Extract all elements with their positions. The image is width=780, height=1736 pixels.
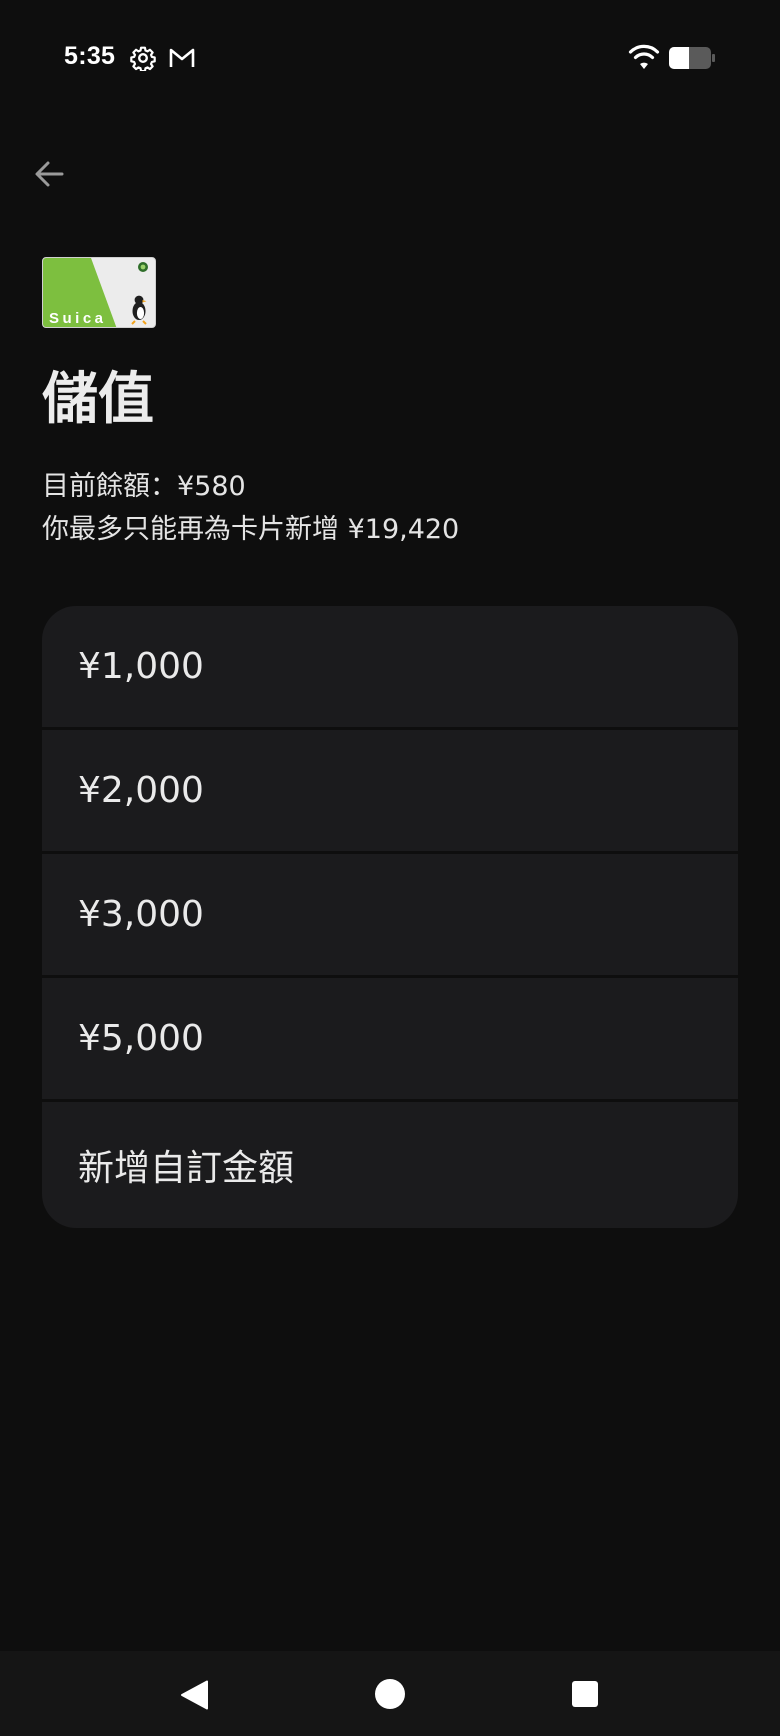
amount-option-3000[interactable]: ¥3,000 [42,854,738,975]
wifi-icon [628,44,660,69]
option-label: ¥1,000 [78,646,204,687]
amount-option-5000[interactable]: ¥5,000 [42,978,738,1099]
current-balance: 目前餘額：¥580 [42,471,246,502]
nav-recents-icon[interactable] [571,1680,599,1708]
option-label: ¥3,000 [78,894,204,935]
option-label: 新增自訂金額 [78,1148,295,1189]
option-label: ¥2,000 [78,770,204,811]
amount-options-list: ¥1,000 ¥2,000 ¥3,000 ¥5,000 新增自訂金額 [42,606,738,1228]
page-title: 儲值 [42,367,154,432]
suica-card-image: Suica [42,257,156,328]
status-bar: 5:35 [0,0,780,116]
custom-amount-option[interactable]: 新增自訂金額 [42,1102,738,1228]
back-arrow-icon[interactable] [28,152,72,196]
screen: 5:35 Suica 儲值 目前餘額：¥580 你最多只能再為卡片新增 ¥19,… [0,0,780,1736]
option-label: ¥5,000 [78,1018,204,1059]
suica-card-art: Suica [43,258,155,327]
amount-option-1000[interactable]: ¥1,000 [42,606,738,727]
navigation-bar [0,1651,780,1736]
gear-icon [130,46,156,71]
nav-back-icon[interactable] [178,1678,212,1712]
status-time: 5:35 [64,42,116,70]
max-add-amount: 你最多只能再為卡片新增 ¥19,420 [42,514,460,545]
amount-option-2000[interactable]: ¥2,000 [42,730,738,851]
battery-icon [669,47,715,69]
gmail-icon [169,48,195,67]
card-logo-text: Suica [49,310,107,327]
nav-home-icon[interactable] [374,1678,406,1710]
